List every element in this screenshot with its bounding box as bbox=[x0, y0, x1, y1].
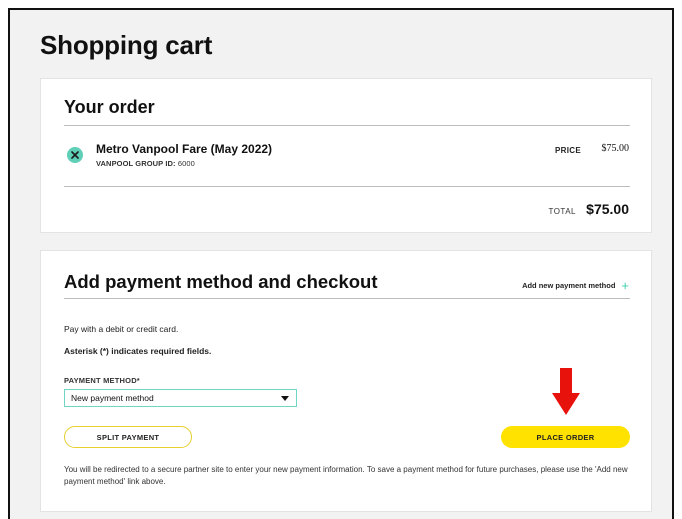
payment-method-select[interactable]: New payment method bbox=[64, 389, 297, 407]
order-total-divider bbox=[64, 186, 630, 187]
payment-method-selected: New payment method bbox=[71, 393, 154, 403]
vanpool-group-id: VANPOOL GROUP ID: 6000 bbox=[96, 159, 195, 168]
payment-heading: Add payment method and checkout bbox=[64, 271, 378, 292]
caret-down-icon bbox=[281, 395, 289, 401]
remove-item-button[interactable] bbox=[67, 147, 83, 163]
payment-card: Add payment method and checkout Add new … bbox=[40, 250, 652, 512]
place-order-button[interactable]: PLACE ORDER bbox=[501, 426, 630, 448]
required-fields-note: Asterisk (*) indicates required fields. bbox=[64, 346, 212, 356]
browser-viewport: Shopping cart Your order Metro Vanpool F… bbox=[8, 8, 674, 519]
redirect-note: You will be redirected to a secure partn… bbox=[64, 465, 628, 486]
order-heading: Your order bbox=[64, 97, 155, 117]
add-payment-method-label: Add new payment method bbox=[522, 281, 616, 290]
total-label: TOTAL bbox=[548, 207, 576, 216]
page-title: Shopping cart bbox=[40, 30, 213, 60]
close-circle-icon bbox=[71, 151, 79, 159]
item-price: $75.00 bbox=[601, 143, 630, 154]
payment-heading-divider bbox=[64, 298, 630, 299]
split-payment-button[interactable]: SPLIT PAYMENT bbox=[64, 426, 192, 448]
group-id-label: VANPOOL GROUP ID: bbox=[96, 159, 176, 168]
payment-intro-text: Pay with a debit or credit card. bbox=[64, 324, 179, 334]
group-id-value: 6000 bbox=[177, 159, 195, 168]
plus-icon: + bbox=[621, 277, 629, 293]
order-total: $75.00 bbox=[586, 201, 629, 217]
order-item-name: Metro Vanpool Fare (May 2022) bbox=[96, 142, 273, 156]
price-label: PRICE bbox=[555, 146, 581, 155]
order-heading-divider bbox=[64, 125, 630, 126]
red-arrow-down-icon bbox=[552, 368, 580, 415]
order-card: Your order Metro Vanpool Fare (May 2022)… bbox=[40, 78, 652, 233]
add-payment-method-link[interactable]: Add new payment method + bbox=[522, 277, 629, 293]
payment-method-label: PAYMENT METHOD* bbox=[64, 376, 140, 385]
